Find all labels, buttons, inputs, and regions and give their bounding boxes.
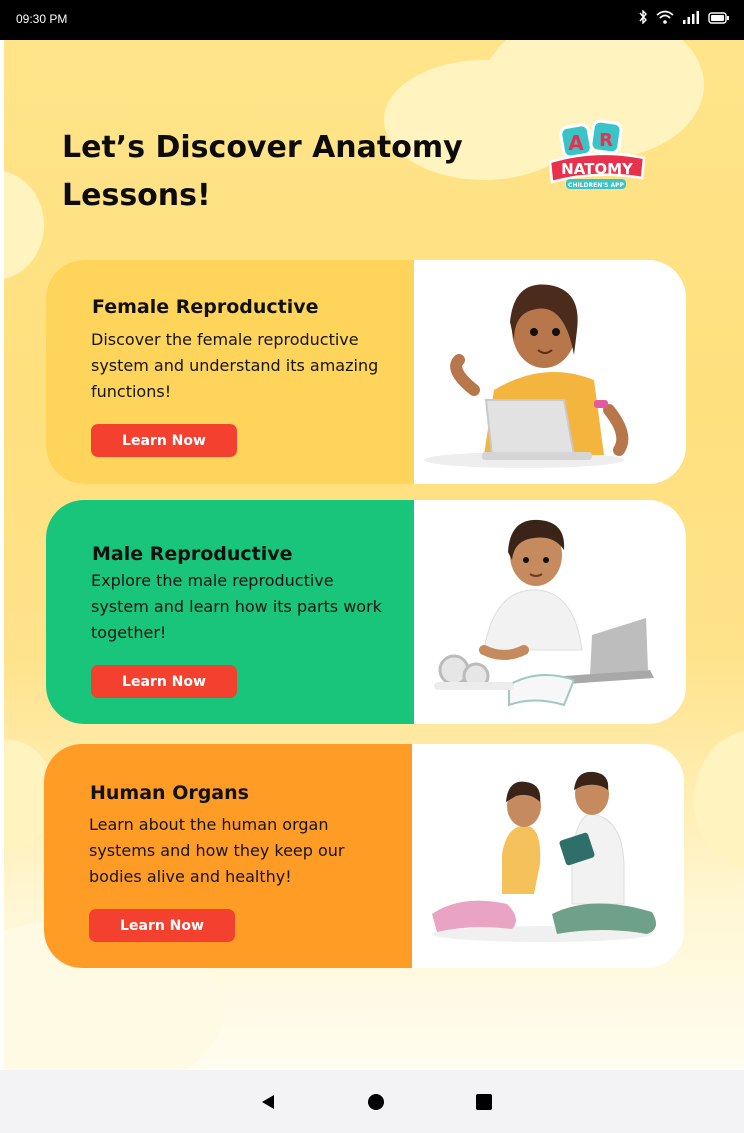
signal-icon [682, 9, 700, 28]
status-time: 09:30 PM [16, 12, 68, 26]
lesson-description: Discover the female reproductive system … [91, 330, 379, 401]
wifi-icon [656, 9, 674, 28]
system-nav-bar [0, 1070, 744, 1133]
lesson-card-female-reproductive[interactable]: Female Reproductive Discover the female … [46, 260, 686, 484]
background-cloud [4, 170, 44, 280]
learn-now-button[interactable]: Learn Now [91, 424, 237, 457]
ar-natomy-logo: A R NATOMY CHILDREN'S APP [544, 118, 648, 194]
lesson-illustration [414, 500, 686, 724]
home-icon[interactable] [364, 1090, 388, 1114]
status-bar: 09:30 PM [0, 0, 744, 40]
lesson-title: Female Reproductive [92, 296, 319, 318]
app-screen: Let’s Discover Anatomy Lessons! A R NATO… [4, 40, 744, 1070]
page-title: Let’s Discover Anatomy Lessons! [62, 130, 463, 213]
learn-now-button[interactable]: Learn Now [91, 665, 237, 698]
recents-icon[interactable] [472, 1090, 496, 1114]
back-icon[interactable] [256, 1090, 280, 1114]
bluetooth-icon [638, 9, 648, 28]
logo-letter-a: A [568, 131, 584, 155]
lesson-description: Explore the male reproductive system and… [91, 571, 382, 642]
learn-now-button[interactable]: Learn Now [89, 909, 235, 942]
background-cloud [694, 730, 744, 870]
lesson-illustration [414, 260, 686, 484]
lesson-title: Male Reproductive [92, 543, 293, 565]
lesson-card-human-organs[interactable]: Human Organs Learn about the human organ… [44, 744, 684, 968]
logo-letter-r: R [599, 130, 613, 151]
lesson-card-male-reproductive[interactable]: Male Reproductive Explore the male repro… [46, 500, 686, 724]
lesson-illustration [412, 744, 684, 968]
logo-tagline: CHILDREN'S APP [568, 182, 624, 189]
logo-word: NATOMY [561, 160, 634, 178]
lesson-title: Human Organs [90, 782, 249, 804]
lesson-description: Learn about the human organ systems and … [89, 815, 345, 886]
battery-icon [708, 9, 730, 28]
status-icons [638, 9, 730, 28]
